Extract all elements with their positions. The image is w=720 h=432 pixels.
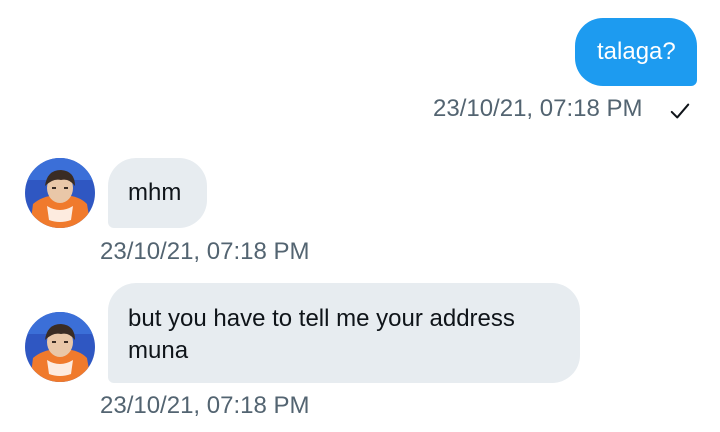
message-timestamp: 23/10/21, 07:18 PM	[100, 238, 309, 266]
message-text: mhm	[128, 179, 182, 206]
dm-conversation: talaga? 23/10/21, 07:18 PM mhm 23/10/21,…	[0, 0, 720, 432]
message-timestamp: 23/10/21, 07:18 PM	[100, 392, 309, 420]
sent-message-bubble[interactable]: talaga?	[575, 18, 697, 86]
timestamp-text: 23/10/21, 07:18 PM	[433, 95, 643, 122]
message-text: talaga?	[597, 38, 676, 65]
message-timestamp: 23/10/21, 07:18 PM	[433, 95, 642, 123]
timestamp-text: 23/10/21, 07:18 PM	[100, 392, 310, 419]
user-avatar[interactable]	[25, 312, 95, 382]
user-avatar[interactable]	[25, 158, 95, 228]
check-icon	[670, 103, 690, 119]
received-message-bubble[interactable]: mhm	[108, 158, 207, 228]
message-text: but you have to tell me your address mun…	[128, 305, 515, 364]
received-message-bubble[interactable]: but you have to tell me your address mun…	[108, 283, 580, 383]
timestamp-text: 23/10/21, 07:18 PM	[100, 238, 310, 265]
